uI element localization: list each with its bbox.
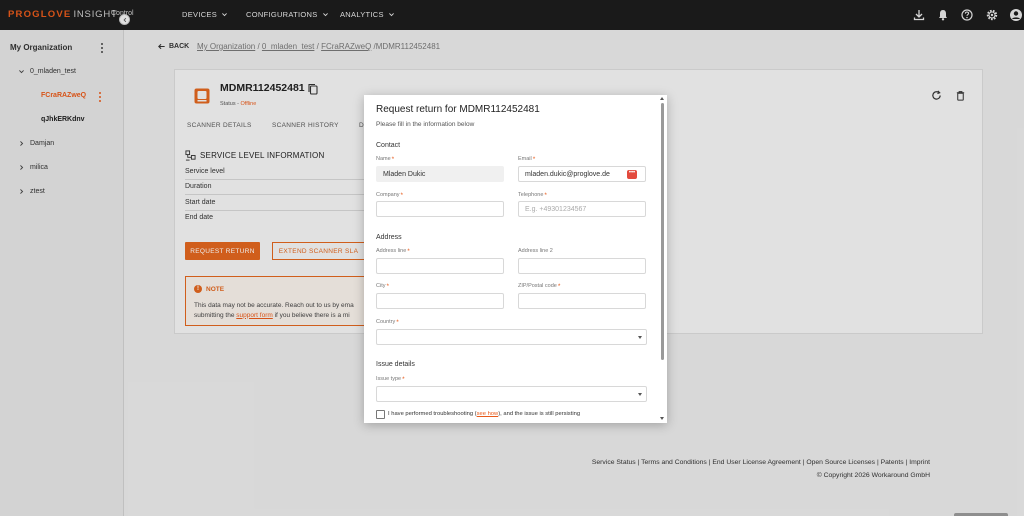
issue-section-title: Issue details bbox=[376, 361, 415, 368]
checkbox-text-a: I have performed troubleshooting ( bbox=[388, 411, 477, 417]
issue-type-select[interactable] bbox=[376, 386, 647, 402]
name-field[interactable]: Mladen Dukic bbox=[376, 166, 504, 182]
dropdown-arrow-icon bbox=[638, 393, 642, 396]
email-label: Email* bbox=[518, 156, 536, 163]
zip-label: ZIP/Postal code* bbox=[518, 283, 561, 290]
country-select[interactable] bbox=[376, 329, 647, 345]
email-value: mladen.dukic@proglove.de bbox=[525, 170, 610, 178]
email-label-text: Email bbox=[518, 156, 532, 162]
name-value: Mladen Dukic bbox=[383, 170, 426, 178]
address-line-field[interactable] bbox=[376, 258, 504, 274]
issue-type-label: Issue type* bbox=[376, 376, 405, 383]
checkbox-text-b: ), and the issue is still persisting bbox=[498, 411, 581, 417]
name-label-text: Name bbox=[376, 156, 391, 162]
zip-label-text: ZIP/Postal code bbox=[518, 283, 557, 289]
telephone-label-text: Telephone bbox=[518, 192, 544, 198]
company-field[interactable] bbox=[376, 201, 504, 217]
city-field[interactable] bbox=[376, 293, 504, 309]
address-line-label: Address line* bbox=[376, 248, 410, 255]
telephone-field[interactable]: E.g. +49301234567 bbox=[518, 201, 646, 217]
dialog-title: Request return for MDMR112452481 bbox=[376, 104, 540, 115]
password-manager-icon[interactable]: ••• bbox=[627, 170, 637, 179]
scroll-down-arrow-icon[interactable] bbox=[660, 417, 664, 420]
see-how-link[interactable]: see how bbox=[477, 411, 499, 417]
troubleshooting-label: I have performed troubleshooting (see ho… bbox=[388, 411, 580, 417]
zip-field[interactable] bbox=[518, 293, 646, 309]
email-field[interactable]: mladen.dukic@proglove.de ••• bbox=[518, 166, 646, 182]
telephone-label: Telephone* bbox=[518, 192, 547, 199]
company-label-text: Company bbox=[376, 192, 400, 198]
city-label-text: City bbox=[376, 283, 386, 289]
contact-section-title: Contact bbox=[376, 142, 401, 149]
name-label: Name* bbox=[376, 156, 395, 163]
country-label: Country* bbox=[376, 319, 399, 326]
address-section-title: Address bbox=[376, 234, 402, 241]
city-label: City* bbox=[376, 283, 390, 290]
address-line-2-field[interactable] bbox=[518, 258, 646, 274]
telephone-placeholder: E.g. +49301234567 bbox=[525, 205, 587, 213]
dialog-subtitle: Please fill in the information below bbox=[376, 121, 475, 128]
company-label: Company* bbox=[376, 192, 404, 199]
issue-type-label-text: Issue type bbox=[376, 376, 402, 382]
request-return-dialog: Request return for MDMR112452481 Please … bbox=[364, 95, 667, 423]
country-label-text: Country bbox=[376, 319, 396, 325]
scroll-up-arrow-icon[interactable] bbox=[660, 97, 664, 100]
dropdown-arrow-icon bbox=[638, 336, 642, 339]
address-line-label-text: Address line bbox=[376, 248, 407, 254]
dialog-scrollbar[interactable] bbox=[661, 103, 664, 360]
troubleshooting-checkbox[interactable] bbox=[376, 410, 385, 419]
address-line-2-label: Address line 2 bbox=[518, 248, 553, 254]
